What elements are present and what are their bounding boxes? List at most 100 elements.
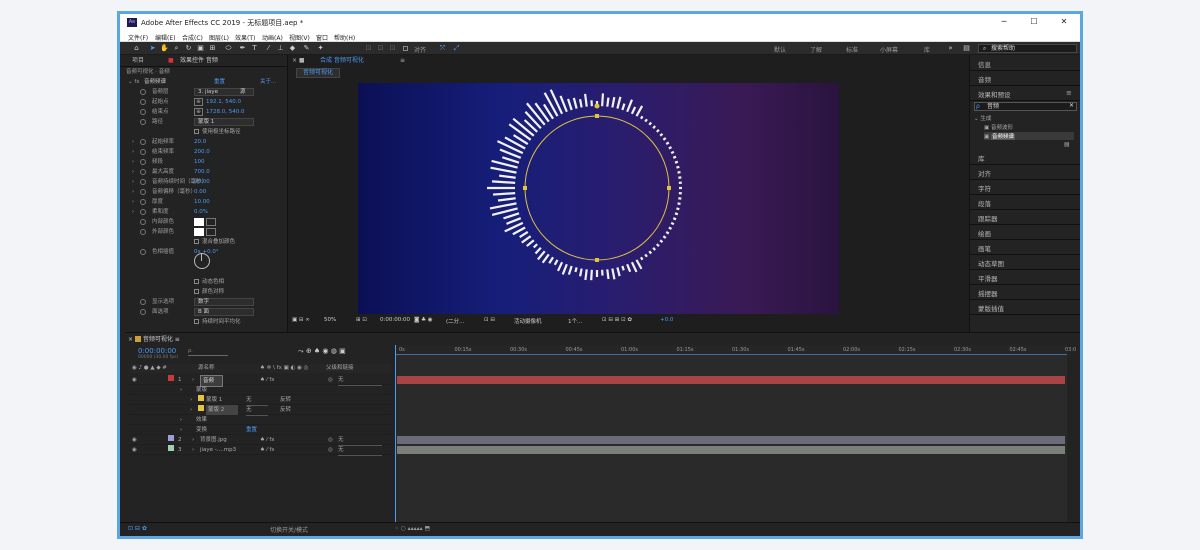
tab-project[interactable]: 项目 [132,55,144,66]
menu-window[interactable]: 窗口 [316,33,328,42]
menu-edit[interactable]: 编辑(E) [155,33,175,42]
property-value[interactable]: 10.00 [194,197,210,207]
effect-property-row[interactable]: 使用极坐标路径 [134,127,294,137]
chevron-icon[interactable]: › [190,405,192,415]
tree-item-waveform[interactable]: ▣ 音频波形 [984,123,1013,131]
stopwatch-icon[interactable] [140,169,146,175]
column-source-name[interactable]: 源名称 [198,364,215,373]
chevron-icon[interactable]: › [180,425,182,435]
panel-section-10[interactable]: 动态草图 [978,258,1004,268]
panel-section-0[interactable]: 信息 [978,59,991,69]
effect-property-row[interactable]: › 音频偏移（毫秒） 0.00 [132,187,294,197]
layer-tracks[interactable] [395,355,1067,525]
pickwhip-icon[interactable]: ◎ [328,435,333,445]
layer-group-name[interactable]: 蒙版 [196,385,207,395]
panel-section-5[interactable]: 字符 [978,183,991,193]
property-value[interactable]: 1728.0, 540.0 [206,107,245,117]
panel-menu-icon[interactable]: ≡ [1066,89,1072,97]
panel-section-9[interactable]: 画笔 [978,243,991,253]
view-options-icon[interactable]: ⊡ ⊟ ⊞ ⊡ ✿ [602,317,632,323]
about-link[interactable]: 关于... [260,77,276,87]
angle-dial[interactable] [194,253,210,269]
panel-section-1[interactable]: 音频 [978,74,991,84]
menu-animation[interactable]: 动画(A) [262,33,283,42]
axis-local-icon[interactable]: ⊡ [364,44,373,53]
property-dropdown[interactable]: 蒙版 1 [194,118,254,126]
panel-section-12[interactable]: 摇摆器 [978,288,998,298]
stopwatch-icon[interactable] [140,159,146,165]
mask-vertex-handle[interactable] [523,186,527,190]
effect-property-row[interactable]: 路径 蒙版 1 [134,117,294,127]
effect-property-row[interactable]: › 厚度 10.00 [132,197,294,207]
stopwatch-icon[interactable] [140,229,146,235]
pickwhip-icon[interactable]: ◎ [328,375,333,385]
chevron-right-icon[interactable]: › [132,207,134,217]
stopwatch-icon[interactable] [140,189,146,195]
property-value[interactable]: 90.00 [194,177,210,187]
effect-property-row[interactable]: 外部颜色 [134,227,294,237]
layer-row[interactable]: › 蒙版 2 无反转 [130,405,391,416]
effect-property-row[interactable]: › 起始频率 20.0 [132,137,294,147]
zoom-slider-icon[interactable]: ◦ ○ ▴▴▴▴▴ ⬒ [395,525,430,532]
timeline-tools-icon[interactable]: ⤳ ⊕ ♠ ◉ ◍ ▣ [298,347,346,356]
brush-tool-icon[interactable]: ⁄ [264,44,273,53]
clear-search-icon[interactable]: ✕ [1069,102,1074,109]
eyedropper-icon[interactable] [206,218,216,226]
layer-row[interactable]: › 变换 重置 [130,425,391,435]
search-help-input[interactable]: 搜索帮助 [978,44,1077,53]
color-swatch[interactable] [194,218,204,226]
chevron-icon[interactable]: › [180,385,182,395]
tree-item-spectrum[interactable]: ▣ 音频频谱 [984,132,1074,140]
chevron-right-icon[interactable]: › [132,197,134,207]
effect-property-row[interactable]: › 结束频率 200.0 [132,147,294,157]
workspace-default[interactable]: 默认 [774,45,786,54]
visibility-eye-icon[interactable]: ◉ [132,435,137,445]
workspace-small-screen[interactable]: 小屏幕 [880,45,898,54]
workspace-edit-icon[interactable]: ▤ [962,44,971,53]
stopwatch-icon[interactable] [140,139,146,145]
property-checkbox[interactable]: 动态色相 [194,277,224,287]
effect-property-row[interactable]: 颜色对称 [134,287,294,297]
effect-property-row[interactable]: 结束点 ⊕ 1728.0, 540.0 [134,107,294,117]
menu-effect[interactable]: 效果(T) [235,33,255,42]
panel-section-8[interactable]: 绘画 [978,228,991,238]
panel-section-13[interactable]: 蒙版插值 [978,303,1004,313]
stopwatch-icon[interactable] [140,299,146,305]
playhead[interactable] [395,345,396,525]
zoom-dropdown[interactable]: 50% [324,317,336,323]
effect-property-row[interactable]: › 频段 100 [132,157,294,167]
property-checkbox[interactable]: 混合叠加颜色 [194,237,235,247]
stopwatch-icon[interactable] [140,179,146,185]
layer-row[interactable]: ◉ 3 › jiaye -....mp3 ♠ ⁄ fx ◎ 无 [130,445,391,456]
parent-dropdown[interactable]: 无 [338,445,382,456]
camera-dropdown[interactable]: 活动摄像机 [514,317,542,325]
layer-switches-icon[interactable]: ♠ ⁄ fx [260,445,275,455]
workspace-learn[interactable]: 了解 [810,45,822,54]
panel-section-3[interactable]: 库 [978,153,985,163]
property-checkbox[interactable]: 颜色对称 [194,287,224,297]
panel-section-4[interactable]: 对齐 [978,168,991,178]
crosshair-icon[interactable]: ⊕ [194,98,203,106]
layer-group-name[interactable]: 变换 [196,425,207,435]
property-value[interactable]: 0.0% [194,207,208,217]
effect-property-row[interactable]: 起始点 ⊕ 192.1, 540.0 [134,97,294,107]
chevron-right-icon[interactable]: › [132,157,134,167]
menu-file[interactable]: 文件(F) [128,33,148,42]
chevron-right-icon[interactable]: › [132,177,134,187]
stopwatch-icon[interactable] [140,109,146,115]
new-preset-icon[interactable]: ▤ [1064,141,1070,148]
chevron-right-icon[interactable]: › [132,187,134,197]
effect-property-row[interactable]: 内部颜色 [134,217,294,227]
property-value[interactable]: 192.1, 540.0 [206,97,241,107]
axis-view-icon[interactable]: ⊡ [388,44,397,53]
chevron-icon[interactable]: › [180,415,182,425]
layer-group-name[interactable]: 蒙版 2 [206,405,239,415]
snap-edges-icon[interactable]: ⤢ [452,44,461,53]
property-value[interactable]: 100 [194,157,205,167]
layer-row[interactable]: › 蒙版 1 无反转 [130,395,391,406]
eraser-tool-icon[interactable]: ◆ [288,44,297,53]
minimize-button[interactable]: ─ [994,17,1014,26]
workspace-library[interactable]: 库 [924,45,930,54]
stopwatch-icon[interactable] [140,119,146,125]
chevron-down-icon[interactable]: ⌄ fx [128,77,140,87]
